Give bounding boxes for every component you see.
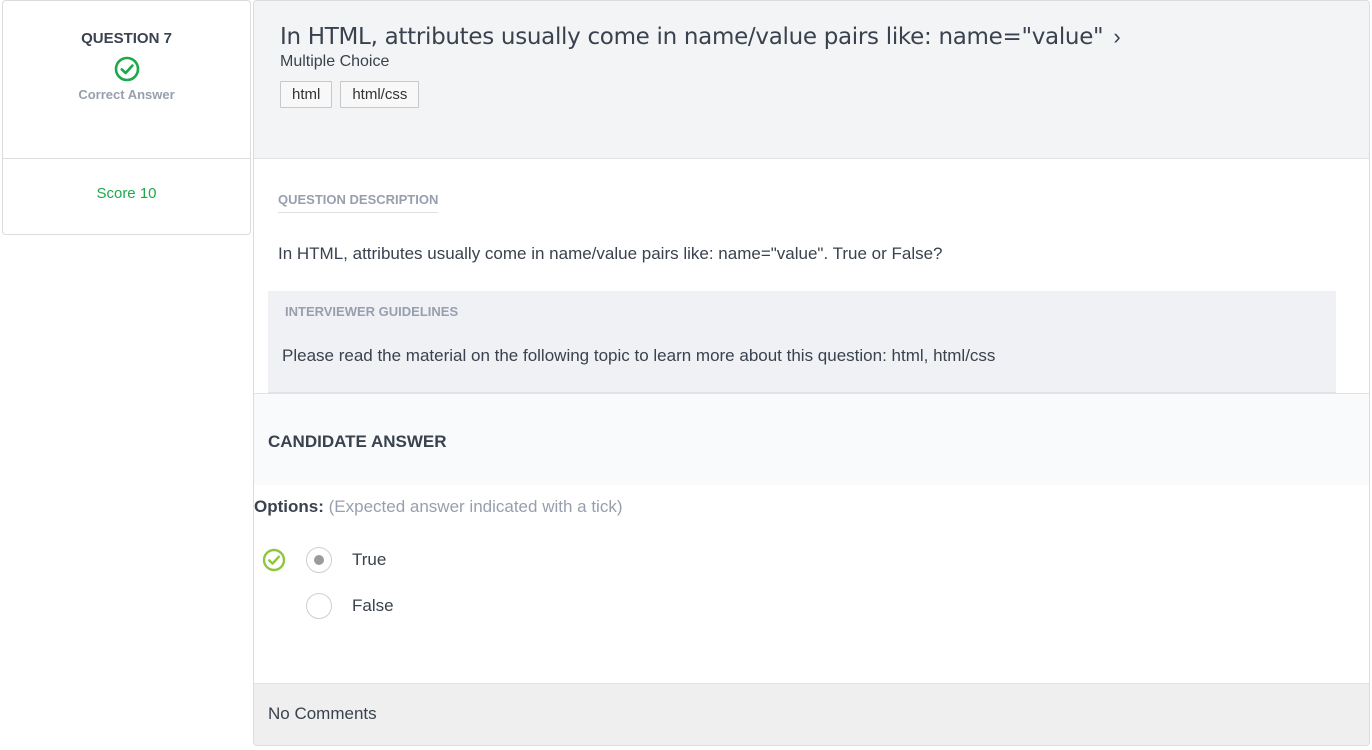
correct-check-icon	[114, 56, 140, 82]
tag-html-css[interactable]: html/css	[340, 81, 420, 108]
candidate-answer-header: CANDIDATE ANSWER	[254, 393, 1369, 485]
description-label: QUESTION DESCRIPTION	[278, 192, 439, 213]
question-detail-card: In HTML, attributes usually come in name…	[253, 0, 1370, 746]
question-title-link[interactable]: In HTML, attributes usually come in name…	[280, 23, 1369, 50]
answer-status: Correct Answer	[78, 87, 175, 102]
option-label: False	[352, 596, 394, 615]
tag-html[interactable]: html	[280, 81, 333, 108]
interviewer-guidelines: INTERVIEWER GUIDELINES Please read the m…	[268, 291, 1336, 393]
option-false[interactable]: False	[254, 583, 1369, 629]
guidelines-label: INTERVIEWER GUIDELINES	[285, 304, 459, 319]
options-label: Options: (Expected answer indicated with…	[254, 485, 1369, 517]
expected-answer-tick-icon	[262, 548, 286, 572]
radio-true[interactable]	[306, 547, 332, 573]
option-label: True	[352, 550, 387, 569]
question-type: Multiple Choice	[280, 53, 390, 70]
radio-false[interactable]	[306, 593, 332, 619]
guidelines-text: Please read the material on the followin…	[282, 346, 996, 365]
question-title[interactable]: In HTML, attributes usually come in name…	[280, 24, 1104, 50]
option-list: True False	[254, 537, 1369, 629]
option-true[interactable]: True	[254, 537, 1369, 583]
question-number: QUESTION 7	[81, 30, 172, 47]
comments-section: No Comments	[254, 683, 1369, 745]
score-label: Score 10	[96, 185, 157, 202]
options-hint: (Expected answer indicated with a tick)	[328, 497, 623, 516]
question-description-section: QUESTION DESCRIPTION In HTML, attributes…	[254, 159, 1369, 264]
chevron-right-icon[interactable]: ›	[1113, 24, 1120, 50]
options-title: Options:	[254, 497, 324, 516]
description-text: In HTML, attributes usually come in name…	[278, 244, 943, 263]
radio-selected-dot	[314, 555, 324, 565]
question-status-panel: QUESTION 7 Correct Answer	[3, 1, 250, 159]
tag-list: html html/css	[280, 81, 1369, 108]
question-summary-card: QUESTION 7 Correct Answer Score 10	[2, 0, 251, 235]
question-header: In HTML, attributes usually come in name…	[254, 1, 1369, 159]
